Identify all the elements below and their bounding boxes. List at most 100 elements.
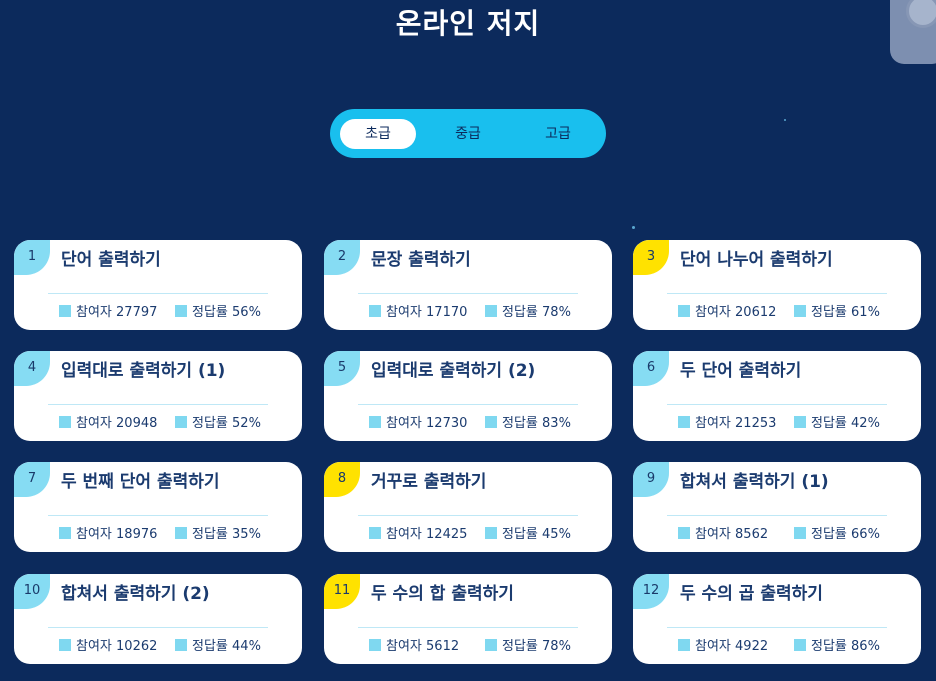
- problem-title: 문장 출력하기: [371, 250, 471, 270]
- accuracy-value: 35%: [232, 527, 261, 542]
- divider: [48, 404, 268, 405]
- participants-stat: 참여자 5612: [369, 635, 459, 654]
- accuracy-value: 52%: [232, 416, 261, 431]
- participants-square-icon: [59, 639, 71, 651]
- problem-card[interactable]: 1 단어 출력하기 참여자 27797 정답률 56%: [14, 240, 302, 330]
- accuracy-square-icon: [175, 639, 187, 651]
- participants-count: 18976: [116, 527, 158, 542]
- participants-square-icon: [59, 527, 71, 539]
- participants-stat: 참여자 27797: [59, 301, 157, 320]
- participants-count: 8562: [735, 527, 769, 542]
- problem-title: 두 수의 곱 출력하기: [680, 584, 823, 604]
- participants-count: 27797: [116, 305, 158, 320]
- participants-stat: 참여자 12425: [369, 523, 467, 542]
- participants-stat: 참여자 20612: [678, 301, 776, 320]
- participants-label: 참여자: [386, 305, 422, 320]
- accuracy-square-icon: [485, 305, 497, 317]
- accuracy-label: 정답률: [192, 416, 228, 431]
- accuracy-square-icon: [175, 416, 187, 428]
- page-title: 온라인 저지: [395, 7, 541, 40]
- problem-card[interactable]: 7 두 번째 단어 출력하기참여자 18976 정답률 35%: [14, 462, 302, 552]
- problem-card[interactable]: 8 거꾸로 출력하기 참여자 12425 정답률 45%: [324, 462, 612, 552]
- accuracy-label: 정답률: [502, 527, 538, 542]
- divider: [48, 627, 268, 628]
- problem-card[interactable]: 2 문장 출력하기 참여자 17170 정답률 78%: [324, 240, 612, 330]
- level-tabs: 초급 중급 고급: [330, 109, 606, 158]
- problem-card[interactable]: 12 두 수의 곱 출력하기참여자 4922 정답률 86%: [633, 574, 921, 664]
- participants-count: 5612: [426, 639, 460, 654]
- problem-number-badge: 9: [633, 462, 669, 497]
- problem-card[interactable]: 3 단어 나누어 출력하기 참여자 20612 정답률 61%: [633, 240, 921, 330]
- accuracy-stat: 정답률 44%: [175, 635, 261, 654]
- accuracy-square-icon: [794, 416, 806, 428]
- participants-count: 10262: [116, 639, 158, 654]
- participants-count: 20948: [116, 416, 158, 431]
- problem-title: 두 번째 단어 출력하기: [61, 472, 220, 492]
- problem-card[interactable]: 9 합쳐서 출력하기 (1) 참여자 8562 정답률 66%: [633, 462, 921, 552]
- participants-square-icon: [678, 639, 690, 651]
- participants-label: 참여자: [386, 639, 422, 654]
- problem-number-badge: 2: [324, 240, 360, 275]
- accuracy-square-icon: [794, 305, 806, 317]
- problem-number-badge: 10: [14, 574, 50, 609]
- accuracy-value: 86%: [851, 639, 880, 654]
- participants-label: 참여자: [695, 639, 731, 654]
- problem-card[interactable]: 4 입력대로 출력하기 (1) 참여자 20948 정답률 52%: [14, 351, 302, 441]
- participants-square-icon: [678, 527, 690, 539]
- accuracy-value: 78%: [542, 305, 571, 320]
- tab-intermediate[interactable]: 중급: [430, 119, 506, 149]
- divider: [358, 515, 578, 516]
- participants-square-icon: [59, 416, 71, 428]
- participants-label: 참여자: [76, 527, 112, 542]
- accuracy-label: 정답률: [811, 305, 847, 320]
- accuracy-value: 56%: [232, 305, 261, 320]
- participants-square-icon: [369, 305, 381, 317]
- accuracy-stat: 정답률 35%: [175, 523, 261, 542]
- divider: [358, 627, 578, 628]
- accuracy-stat: 정답률 66%: [794, 523, 880, 542]
- accuracy-stat: 정답률 52%: [175, 412, 261, 431]
- divider: [667, 515, 887, 516]
- accuracy-value: 45%: [542, 527, 571, 542]
- divider: [667, 627, 887, 628]
- problem-card[interactable]: 6 두 단어 출력하기 참여자 21253 정답률 42%: [633, 351, 921, 441]
- accuracy-value: 83%: [542, 416, 571, 431]
- problem-card[interactable]: 10 합쳐서 출력하기 (2) 참여자 10262 정답률 44%: [14, 574, 302, 664]
- accuracy-label: 정답률: [811, 639, 847, 654]
- divider: [667, 293, 887, 294]
- tab-advanced[interactable]: 고급: [520, 119, 596, 149]
- problem-title: 입력대로 출력하기 (1): [61, 361, 226, 381]
- participants-label: 참여자: [76, 639, 112, 654]
- problem-title: 두 수의 합 출력하기: [371, 584, 514, 604]
- accuracy-label: 정답률: [502, 639, 538, 654]
- decorative-star: [784, 119, 786, 121]
- participants-label: 참여자: [386, 527, 422, 542]
- participants-count: 20612: [735, 305, 777, 320]
- accuracy-label: 정답률: [192, 305, 228, 320]
- accuracy-square-icon: [175, 527, 187, 539]
- problem-number-badge: 4: [14, 351, 50, 386]
- problem-number-badge: 7: [14, 462, 50, 497]
- problem-number-badge: 5: [324, 351, 360, 386]
- accuracy-value: 66%: [851, 527, 880, 542]
- participants-stat: 참여자 20948: [59, 412, 157, 431]
- problem-card[interactable]: 5 입력대로 출력하기 (2) 참여자 12730 정답률 83%: [324, 351, 612, 441]
- participants-stat: 참여자 17170: [369, 301, 467, 320]
- floating-menu-button[interactable]: [890, 0, 936, 64]
- participants-square-icon: [678, 305, 690, 317]
- accuracy-label: 정답률: [192, 527, 228, 542]
- problem-number-badge: 12: [633, 574, 669, 609]
- participants-label: 참여자: [695, 305, 731, 320]
- problem-title: 합쳐서 출력하기 (1): [680, 472, 829, 492]
- problem-card[interactable]: 11 두 수의 합 출력하기 참여자 5612 정답률 78%: [324, 574, 612, 664]
- participants-stat: 참여자 8562: [678, 523, 768, 542]
- participants-stat: 참여자 4922: [678, 635, 768, 654]
- divider: [667, 404, 887, 405]
- tab-beginner[interactable]: 초급: [340, 119, 416, 149]
- problem-number-badge: 11: [324, 574, 360, 609]
- participants-label: 참여자: [695, 527, 731, 542]
- problem-title: 단어 나누어 출력하기: [680, 250, 833, 270]
- problem-number-badge: 6: [633, 351, 669, 386]
- divider: [48, 515, 268, 516]
- accuracy-square-icon: [485, 639, 497, 651]
